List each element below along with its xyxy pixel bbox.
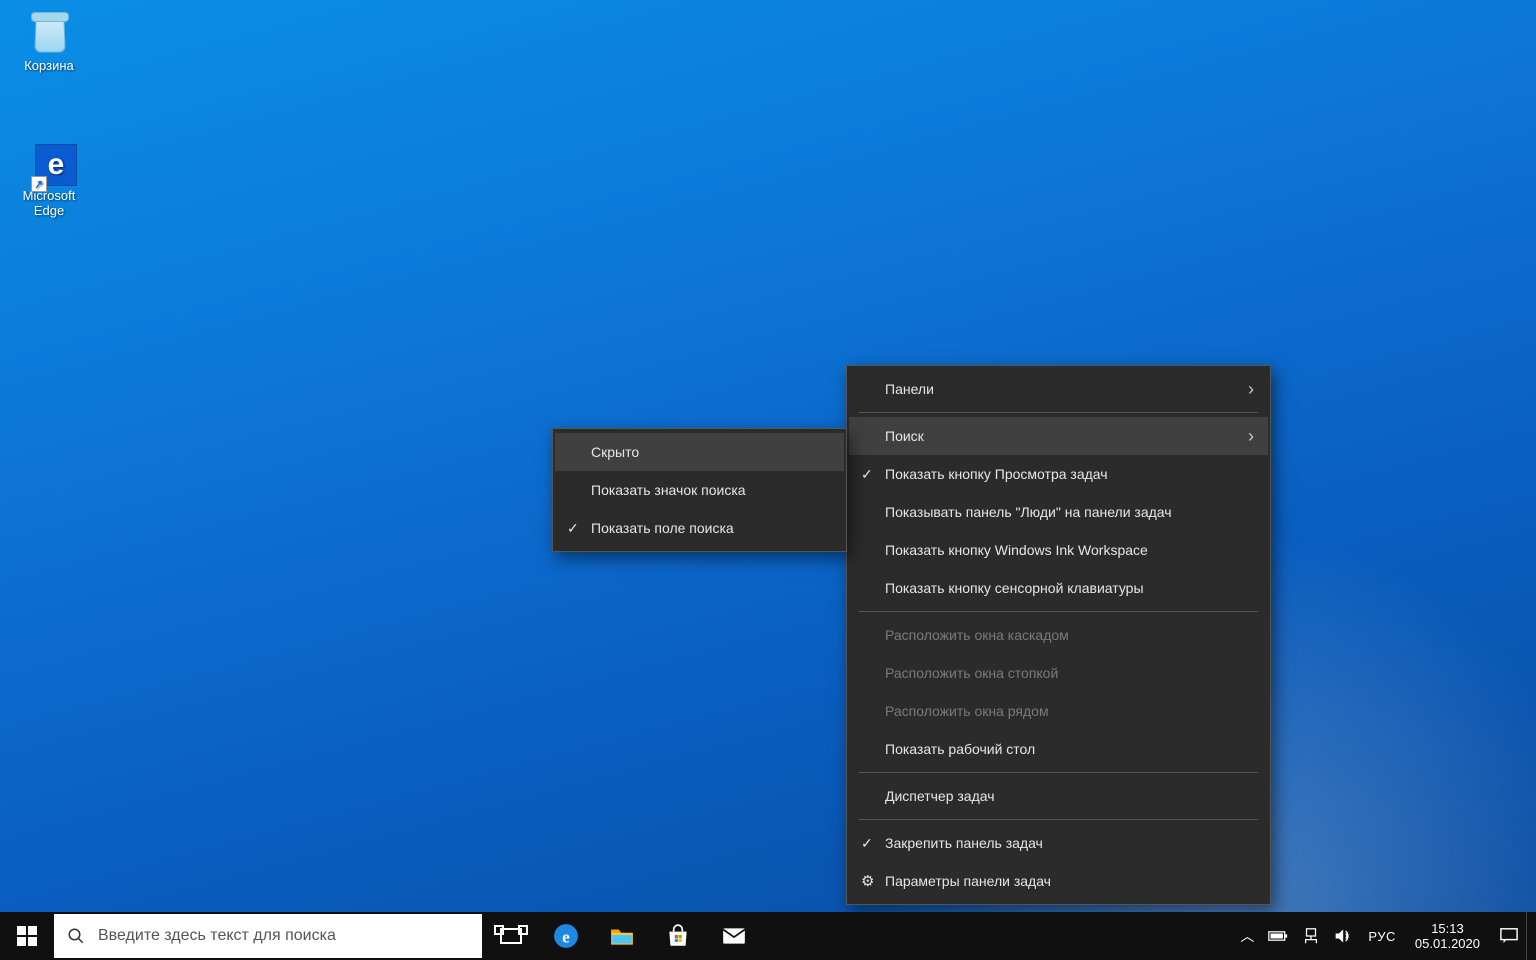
submenu-item-show-search-icon[interactable]: Показать значок поиска bbox=[555, 471, 844, 509]
language-label: РУС bbox=[1368, 929, 1396, 944]
menu-separator bbox=[859, 412, 1258, 413]
desktop-wallpaper[interactable]: Корзина Microsoft Edge Панели Поиск Пока… bbox=[0, 0, 1536, 960]
submenu-item-show-search-box[interactable]: Показать поле поиска bbox=[555, 509, 844, 547]
svg-text:e: e bbox=[562, 928, 570, 947]
menu-item-label: Закрепить панель задач bbox=[885, 835, 1043, 851]
menu-item-taskbar-settings[interactable]: Параметры панели задач bbox=[849, 862, 1268, 900]
tray-language[interactable]: РУС bbox=[1361, 912, 1403, 960]
desktop-icon-label: Корзина bbox=[4, 58, 94, 73]
menu-item-label: Показать поле поиска bbox=[591, 520, 734, 536]
clock-time: 15:13 bbox=[1431, 921, 1464, 936]
pinned-app-file-explorer[interactable] bbox=[594, 912, 650, 960]
pinned-app-edge[interactable]: e bbox=[538, 912, 594, 960]
start-button[interactable] bbox=[0, 912, 54, 960]
tray-network[interactable] bbox=[1295, 912, 1327, 960]
menu-item-task-manager[interactable]: Диспетчер задач bbox=[849, 777, 1268, 815]
menu-item-show-task-view[interactable]: Показать кнопку Просмотра задач bbox=[849, 455, 1268, 493]
recycle-bin-icon bbox=[23, 8, 75, 56]
mail-icon bbox=[721, 923, 747, 949]
chevron-up-icon: ︿ bbox=[1240, 926, 1254, 946]
pinned-app-mail[interactable] bbox=[706, 912, 762, 960]
system-tray: ︿ РУС bbox=[1233, 912, 1536, 960]
menu-item-label: Расположить окна каскадом bbox=[885, 627, 1069, 643]
submenu-item-hidden[interactable]: Скрыто bbox=[555, 433, 844, 471]
store-icon bbox=[665, 923, 691, 949]
search-submenu: Скрыто Показать значок поиска Показать п… bbox=[552, 428, 847, 552]
edge-icon bbox=[23, 138, 75, 186]
network-icon bbox=[1302, 928, 1320, 944]
search-icon bbox=[54, 927, 98, 945]
menu-item-show-touch-keyboard[interactable]: Показать кнопку сенсорной клавиатуры bbox=[849, 569, 1268, 607]
action-center-button[interactable] bbox=[1492, 912, 1526, 960]
taskbar-context-menu: Панели Поиск Показать кнопку Просмотра з… bbox=[846, 365, 1271, 905]
tray-clock[interactable]: 15:13 05.01.2020 bbox=[1403, 912, 1492, 960]
menu-separator bbox=[859, 611, 1258, 612]
windows-logo-icon bbox=[17, 926, 37, 946]
menu-item-label: Расположить окна стопкой bbox=[885, 665, 1058, 681]
menu-item-show-desktop[interactable]: Показать рабочий стол bbox=[849, 730, 1268, 768]
menu-item-label: Показать кнопку сенсорной клавиатуры bbox=[885, 580, 1144, 596]
menu-item-label: Показать значок поиска bbox=[591, 482, 746, 498]
show-desktop-button[interactable] bbox=[1526, 912, 1536, 960]
menu-item-label: Скрыто bbox=[591, 444, 639, 460]
task-view-button[interactable] bbox=[484, 912, 538, 960]
menu-item-show-people[interactable]: Показывать панель "Люди" на панели задач bbox=[849, 493, 1268, 531]
menu-item-label: Панели bbox=[885, 381, 934, 397]
tray-battery[interactable] bbox=[1261, 912, 1295, 960]
search-placeholder: Введите здесь текст для поиска bbox=[98, 927, 336, 945]
tray-volume[interactable] bbox=[1327, 912, 1361, 960]
notification-icon bbox=[1499, 927, 1519, 945]
task-view-icon bbox=[500, 928, 522, 944]
menu-item-stack-windows: Расположить окна стопкой bbox=[849, 654, 1268, 692]
pinned-app-store[interactable] bbox=[650, 912, 706, 960]
menu-item-side-by-side-windows: Расположить окна рядом bbox=[849, 692, 1268, 730]
pinned-apps: e bbox=[538, 912, 762, 960]
desktop-icon-label: Microsoft Edge bbox=[4, 188, 94, 218]
desktop-icon-edge[interactable]: Microsoft Edge bbox=[4, 138, 94, 218]
desktop-icon-recycle-bin[interactable]: Корзина bbox=[4, 8, 94, 73]
clock-date: 05.01.2020 bbox=[1415, 936, 1480, 951]
tray-overflow-button[interactable]: ︿ bbox=[1233, 912, 1261, 960]
edge-icon: e bbox=[553, 923, 579, 949]
menu-item-label: Показать кнопку Просмотра задач bbox=[885, 466, 1108, 482]
menu-separator bbox=[859, 819, 1258, 820]
menu-item-lock-taskbar[interactable]: Закрепить панель задач bbox=[849, 824, 1268, 862]
battery-icon bbox=[1268, 929, 1288, 943]
taskbar-search-box[interactable]: Введите здесь текст для поиска bbox=[54, 914, 482, 958]
taskbar[interactable]: Введите здесь текст для поиска e bbox=[0, 912, 1536, 960]
menu-item-search[interactable]: Поиск bbox=[849, 417, 1268, 455]
menu-item-label: Показывать панель "Люди" на панели задач bbox=[885, 504, 1172, 520]
menu-item-label: Поиск bbox=[885, 428, 924, 444]
menu-item-label: Показать кнопку Windows Ink Workspace bbox=[885, 542, 1148, 558]
volume-icon bbox=[1334, 927, 1354, 945]
folder-icon bbox=[609, 923, 635, 949]
menu-item-label: Расположить окна рядом bbox=[885, 703, 1049, 719]
menu-item-cascade-windows: Расположить окна каскадом bbox=[849, 616, 1268, 654]
menu-item-label: Показать рабочий стол bbox=[885, 741, 1035, 757]
shortcut-overlay-icon bbox=[31, 176, 47, 192]
menu-item-toolbars[interactable]: Панели bbox=[849, 370, 1268, 408]
menu-item-label: Параметры панели задач bbox=[885, 873, 1051, 889]
menu-item-label: Диспетчер задач bbox=[885, 788, 995, 804]
menu-item-show-ink-workspace[interactable]: Показать кнопку Windows Ink Workspace bbox=[849, 531, 1268, 569]
menu-separator bbox=[859, 772, 1258, 773]
